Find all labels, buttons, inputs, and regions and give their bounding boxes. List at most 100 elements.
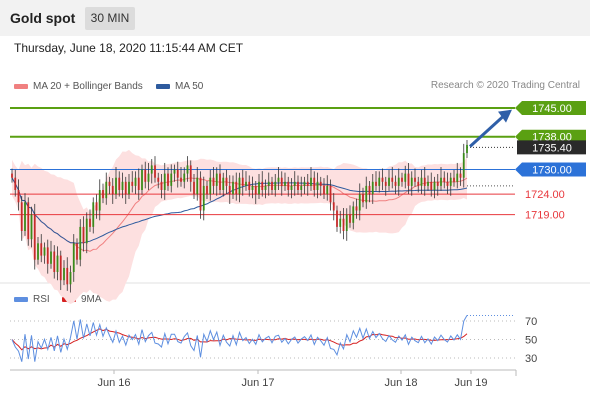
candle-body [163,173,166,190]
candle-body [124,181,127,195]
candle-body [358,194,361,211]
candle-body [297,181,299,190]
x-tick-label-Jun-17: Jun 17 [241,377,274,389]
candle-body [313,177,316,190]
candle-body [235,181,238,195]
candle-body [150,165,153,174]
level-label-1724.00: 1724.00 [525,189,565,201]
candle-body [316,181,319,190]
candle-body [128,181,130,195]
candle-body [33,214,36,260]
x-tick-label-Jun-16: Jun 16 [97,377,130,389]
candle-body [274,181,277,190]
candle-body [449,177,452,186]
candle-body [248,181,251,190]
candle-body [95,202,98,211]
candle-body [50,251,52,264]
candle-body [290,185,293,190]
candle-body [228,185,231,195]
candle-body [453,177,455,182]
candle-body [323,185,325,195]
candle-body [355,206,358,211]
candle-body [141,169,143,190]
candle-body [251,185,254,190]
candle-body [121,181,124,190]
candle-body [459,173,462,178]
candle-body [111,185,114,195]
candle-body [108,181,111,186]
candle-body [85,218,88,244]
candle-body [287,181,290,190]
candle-body [76,243,78,260]
candle-body [199,177,202,211]
candle-body [446,181,449,186]
candle-body [27,202,30,240]
candle-body [11,173,13,178]
candle-body [202,185,205,211]
candle-body [417,181,420,186]
candle-body [180,177,182,182]
candle-body [37,243,39,260]
candle-body [284,181,286,186]
candle-body [368,185,371,195]
x-tick-label-Jun-18: Jun 18 [384,377,417,389]
candle-body [384,181,387,186]
candle-body [196,177,199,195]
candle-body [173,169,176,174]
candle-body [144,169,147,182]
candle-body [154,165,156,178]
candle-body [157,177,160,182]
candle-body [69,272,72,285]
candle-body [394,181,397,186]
candle-body [118,177,121,190]
candle-body [466,144,468,154]
candle-body [371,181,374,195]
candle-body [443,177,446,182]
candle-body [303,181,306,186]
candle-body [24,202,26,231]
x-tick-label-Jun-19: Jun 19 [454,377,487,389]
candle-body [362,194,364,203]
candle-body [264,185,267,190]
candle-body [206,185,208,195]
candle-body [241,177,244,186]
candle-body [98,190,101,211]
candle-body [404,173,407,182]
candle-body [53,251,56,272]
candle-body [89,218,91,227]
candle-body [183,173,186,182]
candle-body [336,210,338,227]
candle-body [300,185,303,190]
candle-body [131,181,134,186]
candle-body [137,177,140,190]
candle-body [310,177,312,186]
candle-body [433,181,436,190]
candle-body [329,185,332,203]
candle-body [378,177,381,186]
candle-body [66,267,69,285]
forecast-arrow-shaft [468,114,506,148]
candle-body [339,218,342,227]
candle-body [391,177,394,182]
candle-body [215,173,218,186]
candle-body [82,226,85,244]
candle-body [105,181,108,199]
candle-body [388,177,390,186]
candle-body [423,177,426,186]
candle-body [222,177,225,190]
candle-body [176,169,179,178]
candle-body [254,185,257,195]
candle-body [407,173,410,186]
candle-body [245,181,247,186]
candle-body [381,177,384,182]
candle-body [232,181,234,195]
candle-body [462,153,465,178]
candle-body [79,226,82,260]
candle-body [209,177,212,195]
candle-body [147,173,150,182]
candle-body [420,177,423,186]
candle-body [271,181,273,190]
candle-body [306,181,309,186]
candle-body [456,173,459,182]
candle-body [349,214,351,223]
